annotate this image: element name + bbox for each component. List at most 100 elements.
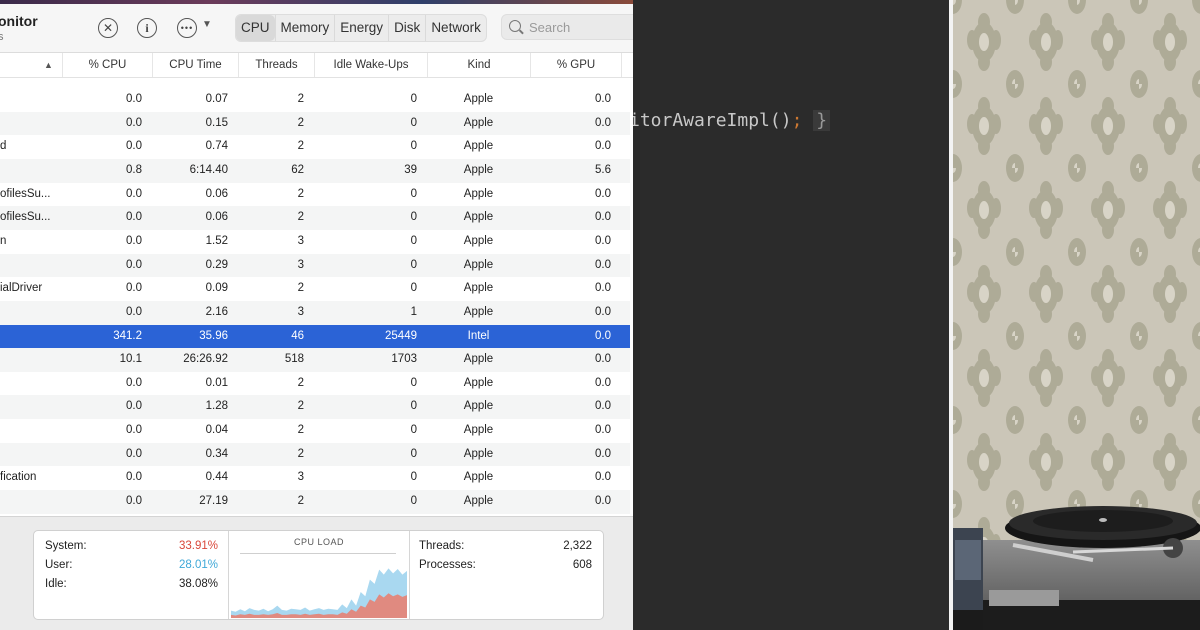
processes-value: 608	[572, 559, 592, 571]
stop-process-icon[interactable]: ✕	[98, 18, 118, 38]
table-row[interactable]: 0.0 0.01 2 0 Apple 0.0	[0, 372, 630, 396]
cpu-summary-panel: System: 33.91% User: 28.01% Idle: 38.08%…	[33, 530, 604, 620]
activity-monitor-window: onitor s ✕ i ••• ▼ CPU Memory Energy Dis…	[0, 0, 633, 630]
process-name: ofilesSu...	[0, 187, 51, 200]
table-row[interactable]: ofilesSu... 0.0 0.06 2 0 Apple 0.0	[0, 206, 630, 230]
table-row[interactable]: 0.0 0.29 3 0 Apple 0.0	[0, 253, 630, 278]
thread-count: 2	[297, 376, 304, 389]
tab-disk[interactable]: Disk	[388, 15, 425, 41]
cpu-percent: 0.0	[126, 471, 142, 484]
cpu-load-graph	[231, 568, 407, 618]
code-line: itorAwareImpl(); }	[633, 110, 831, 131]
table-row[interactable]: 341.2 35.96 46 25449 Intel 0.0	[0, 324, 630, 349]
cpu-time: 0.06	[205, 211, 228, 224]
idle-wakeups: 0	[410, 282, 417, 295]
table-row[interactable]: 10.1 26:26.92 518 1703 Apple 0.0	[0, 348, 630, 372]
tab-bar: CPU Memory Energy Disk Network	[235, 14, 487, 42]
column-header-threads[interactable]: Threads	[238, 53, 314, 77]
process-kind: Apple	[463, 258, 494, 271]
table-row[interactable]: 0.0 0.07 2 0 Apple 0.0	[0, 88, 630, 112]
cpu-time: 35.96	[199, 329, 228, 342]
cpu-percent: 0.0	[126, 282, 142, 295]
process-kind: Apple	[463, 447, 494, 460]
table-row[interactable]: 0.0 1.28 2 0 Apple 0.0	[0, 395, 630, 420]
more-actions-icon[interactable]: •••	[177, 18, 197, 38]
idle-wakeups: 0	[410, 495, 417, 508]
cpu-time: 0.04	[205, 424, 228, 437]
column-header-kind[interactable]: Kind	[427, 53, 530, 77]
idle-wakeups: 0	[410, 447, 417, 460]
column-header-cpu-time[interactable]: CPU Time	[152, 53, 238, 77]
user-label: User:	[45, 559, 73, 571]
gpu-percent: 0.0	[595, 353, 611, 366]
gpu-percent: 0.0	[595, 329, 611, 342]
table-row[interactable]: 0.0 0.15 2 0 Apple 0.0	[0, 111, 630, 136]
thread-count: 62	[291, 163, 304, 176]
idle-wakeups: 0	[410, 211, 417, 224]
process-name: fication	[0, 471, 37, 484]
footer: System: 33.91% User: 28.01% Idle: 38.08%…	[0, 516, 633, 630]
process-kind: Apple	[463, 424, 494, 437]
cpu-percent: 0.0	[126, 93, 142, 105]
system-label: System:	[45, 540, 87, 552]
gpu-percent: 0.0	[595, 447, 611, 460]
gpu-percent: 0.0	[595, 471, 611, 484]
system-value: 33.91%	[178, 540, 218, 552]
process-name: ofilesSu...	[0, 211, 51, 224]
thread-count: 2	[297, 400, 304, 413]
tab-memory[interactable]: Memory	[274, 15, 335, 41]
chevron-down-icon[interactable]: ▼	[202, 19, 212, 30]
table-row[interactable]: n 0.0 1.52 3 0 Apple 0.0	[0, 230, 630, 254]
table-row[interactable]: ofilesSu... 0.0 0.06 2 0 Apple 0.0	[0, 183, 630, 207]
table-row[interactable]: 0.0 0.04 2 0 Apple 0.0	[0, 419, 630, 443]
table-row[interactable]: d 0.0 0.74 2 0 Apple 0.0	[0, 135, 630, 159]
cpu-percent: 0.0	[126, 424, 142, 437]
idle-wakeups: 0	[410, 424, 417, 437]
cpu-percent: 0.0	[126, 187, 142, 200]
idle-wakeups: 1703	[391, 353, 417, 366]
cpu-percent: 0.0	[126, 140, 142, 153]
column-header-process-name[interactable]: ▲	[0, 53, 62, 77]
gpu-percent: 0.0	[595, 376, 611, 389]
thread-count: 46	[291, 329, 304, 342]
code-semicolon: ;	[791, 110, 803, 131]
thread-count: 2	[297, 187, 304, 200]
info-icon[interactable]: i	[137, 18, 157, 38]
code-editor[interactable]: itorAwareImpl(); }	[633, 0, 949, 630]
gpu-percent: 0.0	[595, 187, 611, 200]
table-row[interactable]: fication 0.0 0.44 3 0 Apple 0.0	[0, 466, 630, 490]
gpu-percent: 0.0	[595, 258, 611, 271]
column-header-cpu[interactable]: % CPU	[62, 53, 152, 77]
table-row[interactable]: 0.0 2.16 3 1 Apple 0.0	[0, 300, 630, 325]
table-row[interactable]: 0.0 27.19 2 0 Apple 0.0	[0, 490, 630, 514]
thread-count: 2	[297, 140, 304, 153]
table-row[interactable]: 0.0 0.34 2 0 Apple 0.0	[0, 442, 630, 467]
gpu-percent: 0.0	[595, 305, 611, 318]
cpu-time: 6:14.40	[189, 163, 228, 176]
thread-count: 2	[297, 116, 304, 129]
gpu-percent: 0.0	[595, 282, 611, 295]
search-input[interactable]: Search	[501, 14, 633, 40]
tab-cpu[interactable]: CPU	[236, 15, 275, 41]
cpu-time: 1.52	[205, 234, 228, 247]
table-row[interactable]: 0.8 6:14.40 62 39 Apple 5.6	[0, 158, 630, 183]
cpu-time: 0.29	[205, 258, 228, 271]
column-header-idle-wakeups[interactable]: Idle Wake-Ups	[314, 53, 427, 77]
column-header-gpu[interactable]: % GPU	[530, 53, 622, 77]
process-kind: Apple	[463, 495, 494, 508]
threads-value: 2,322	[563, 540, 592, 552]
table-row[interactable]: ialDriver 0.0 0.09 2 0 Apple 0.0	[0, 277, 630, 301]
process-table: 0.0 0.07 2 0 Apple 0.0 0.0 0.15 2 0 Apple 0.0 d 0.0 0.…	[0, 78, 633, 515]
tab-network[interactable]: Network	[425, 15, 486, 41]
thread-count: 3	[297, 471, 304, 484]
gpu-percent: 0.0	[595, 495, 611, 508]
sort-ascending-icon: ▲	[44, 60, 53, 70]
toolbar: onitor s ✕ i ••• ▼ CPU Memory Energy Dis…	[0, 4, 633, 53]
idle-wakeups: 1	[410, 305, 417, 318]
process-kind: Apple	[463, 116, 494, 129]
tab-energy[interactable]: Energy	[334, 15, 388, 41]
cpu-time: 0.07	[205, 93, 228, 105]
process-kind: Apple	[463, 471, 494, 484]
gpu-percent: 0.0	[595, 400, 611, 413]
idle-wakeups: 25449	[385, 329, 417, 342]
